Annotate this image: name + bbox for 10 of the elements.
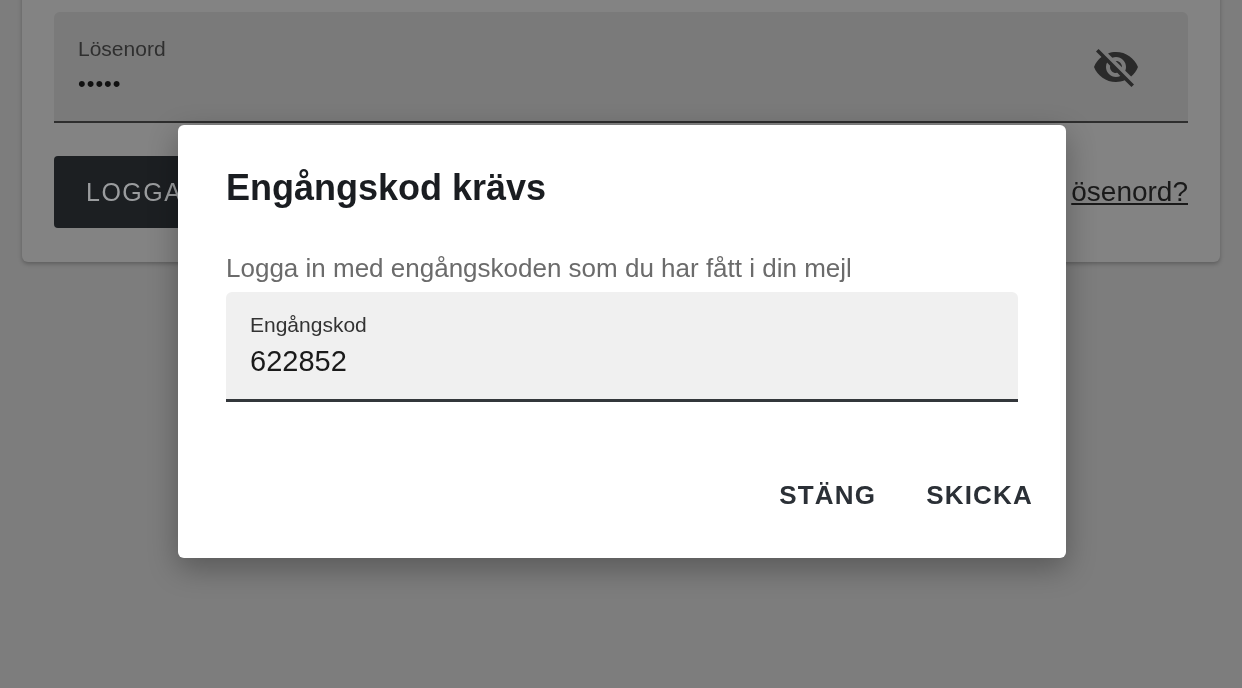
forgot-password-link[interactable]: ösenord?: [1071, 176, 1188, 208]
dialog-message: Logga in med engångskoden som du har fått i din mejl: [226, 253, 853, 284]
password-label: Lösenord: [78, 36, 167, 61]
code-value: 622852: [250, 345, 348, 378]
password-field[interactable]: Lösenord •••••: [54, 12, 1188, 123]
code-field[interactable]: Engångskod 622852: [226, 292, 1018, 402]
code-label: Engångskod: [250, 313, 368, 337]
close-button[interactable]: STÄNG: [779, 480, 877, 511]
password-value: •••••: [78, 70, 123, 97]
send-button[interactable]: SKICKA: [926, 480, 1033, 511]
